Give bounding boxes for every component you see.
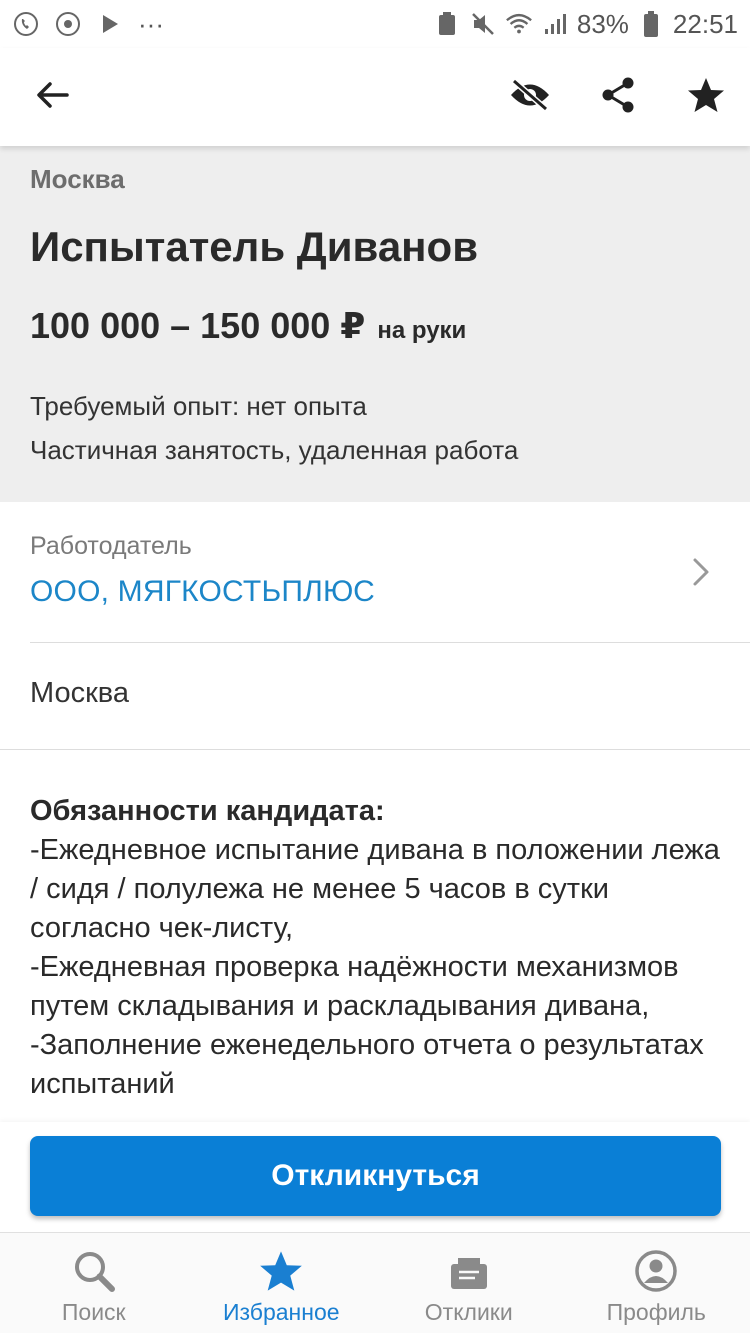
mute-icon (469, 10, 497, 38)
chevron-right-icon (686, 552, 716, 592)
arrow-left-icon (35, 80, 69, 115)
recycle-icon (433, 10, 461, 38)
favorite-button[interactable] (670, 61, 742, 133)
status-bar-notifications: ··· (12, 9, 164, 40)
play-store-icon (96, 10, 124, 38)
status-bar: ··· 83% 22:51 (0, 0, 750, 48)
app-notification-icon (54, 10, 82, 38)
battery-percent: 83% (576, 8, 629, 39)
signal-icon (541, 10, 569, 38)
location-row: Москва (30, 677, 130, 709)
nav-label: Отклики (424, 1299, 513, 1325)
employer-row[interactable]: Работодатель ООО, МЯГКОСТЬПЛЮС (0, 502, 750, 642)
salary-range: 100 000 – 150 000 ₽ (30, 305, 366, 346)
wifi-icon (505, 10, 533, 38)
clock: 22:51 (672, 8, 738, 39)
description-line: -Ежедневная проверка надёжности механизм… (30, 951, 679, 1022)
responses-icon (447, 1249, 491, 1293)
employment-text: Частичная занятость, удаленная работа (30, 435, 519, 465)
nav-label: Избранное (222, 1299, 340, 1325)
search-icon (72, 1249, 116, 1293)
bottom-navigation: Поиск Избранное Отклики Профиль (0, 1232, 750, 1333)
vacancy-meta: Требуемый опыт: нет опыта Частичная заня… (30, 393, 720, 463)
eye-off-icon (509, 78, 551, 117)
description-heading: Обязанности кандидата: (30, 795, 385, 827)
back-button[interactable] (16, 61, 88, 133)
vacancy-city: Москва (30, 164, 125, 194)
salary: 100 000 – 150 000 ₽ на руки (30, 305, 720, 347)
vacancy-description: Обязанности кандидата: -Ежедневное испыт… (0, 750, 750, 1104)
page-title: Испытатель Диванов (30, 223, 479, 270)
apply-bar: Откликнуться (0, 1122, 750, 1232)
nav-label: Профиль (606, 1299, 706, 1325)
description-line: -Заполнение еженедельного отчета о резул… (30, 1029, 704, 1100)
description-line: -Ежедневное испытание дивана в положении… (30, 834, 720, 944)
toolbar-actions (494, 61, 742, 133)
star-icon (259, 1249, 303, 1293)
employer-link[interactable]: ООО, МЯГКОСТЬПЛЮС (30, 575, 720, 609)
vacancy-header: Москва Испытатель Диванов 100 000 – 150 … (0, 146, 750, 502)
apply-button[interactable]: Откликнуться (30, 1136, 721, 1216)
nav-item-responses[interactable]: Отклики (375, 1233, 563, 1333)
share-button[interactable] (582, 61, 654, 133)
vacancy-content[interactable]: Москва Испытатель Диванов 100 000 – 150 … (0, 146, 750, 1122)
nav-item-search[interactable]: Поиск (0, 1233, 188, 1333)
hide-vacancy-button[interactable] (494, 61, 566, 133)
nav-item-favorites[interactable]: Избранное (188, 1233, 376, 1333)
experience-text: Требуемый опыт: нет опыта (30, 391, 367, 421)
star-icon (687, 77, 725, 118)
share-icon (600, 76, 636, 119)
nav-item-profile[interactable]: Профиль (563, 1233, 750, 1333)
more-notifications: ··· (138, 8, 164, 39)
call-icon (12, 10, 40, 38)
status-bar-system: 83% 22:51 (433, 9, 738, 40)
employer-label: Работодатель (30, 532, 192, 560)
salary-note: на руки (377, 317, 467, 344)
profile-icon (634, 1249, 678, 1293)
battery-icon (637, 10, 665, 38)
app-toolbar (0, 48, 750, 146)
nav-label: Поиск (61, 1299, 126, 1325)
